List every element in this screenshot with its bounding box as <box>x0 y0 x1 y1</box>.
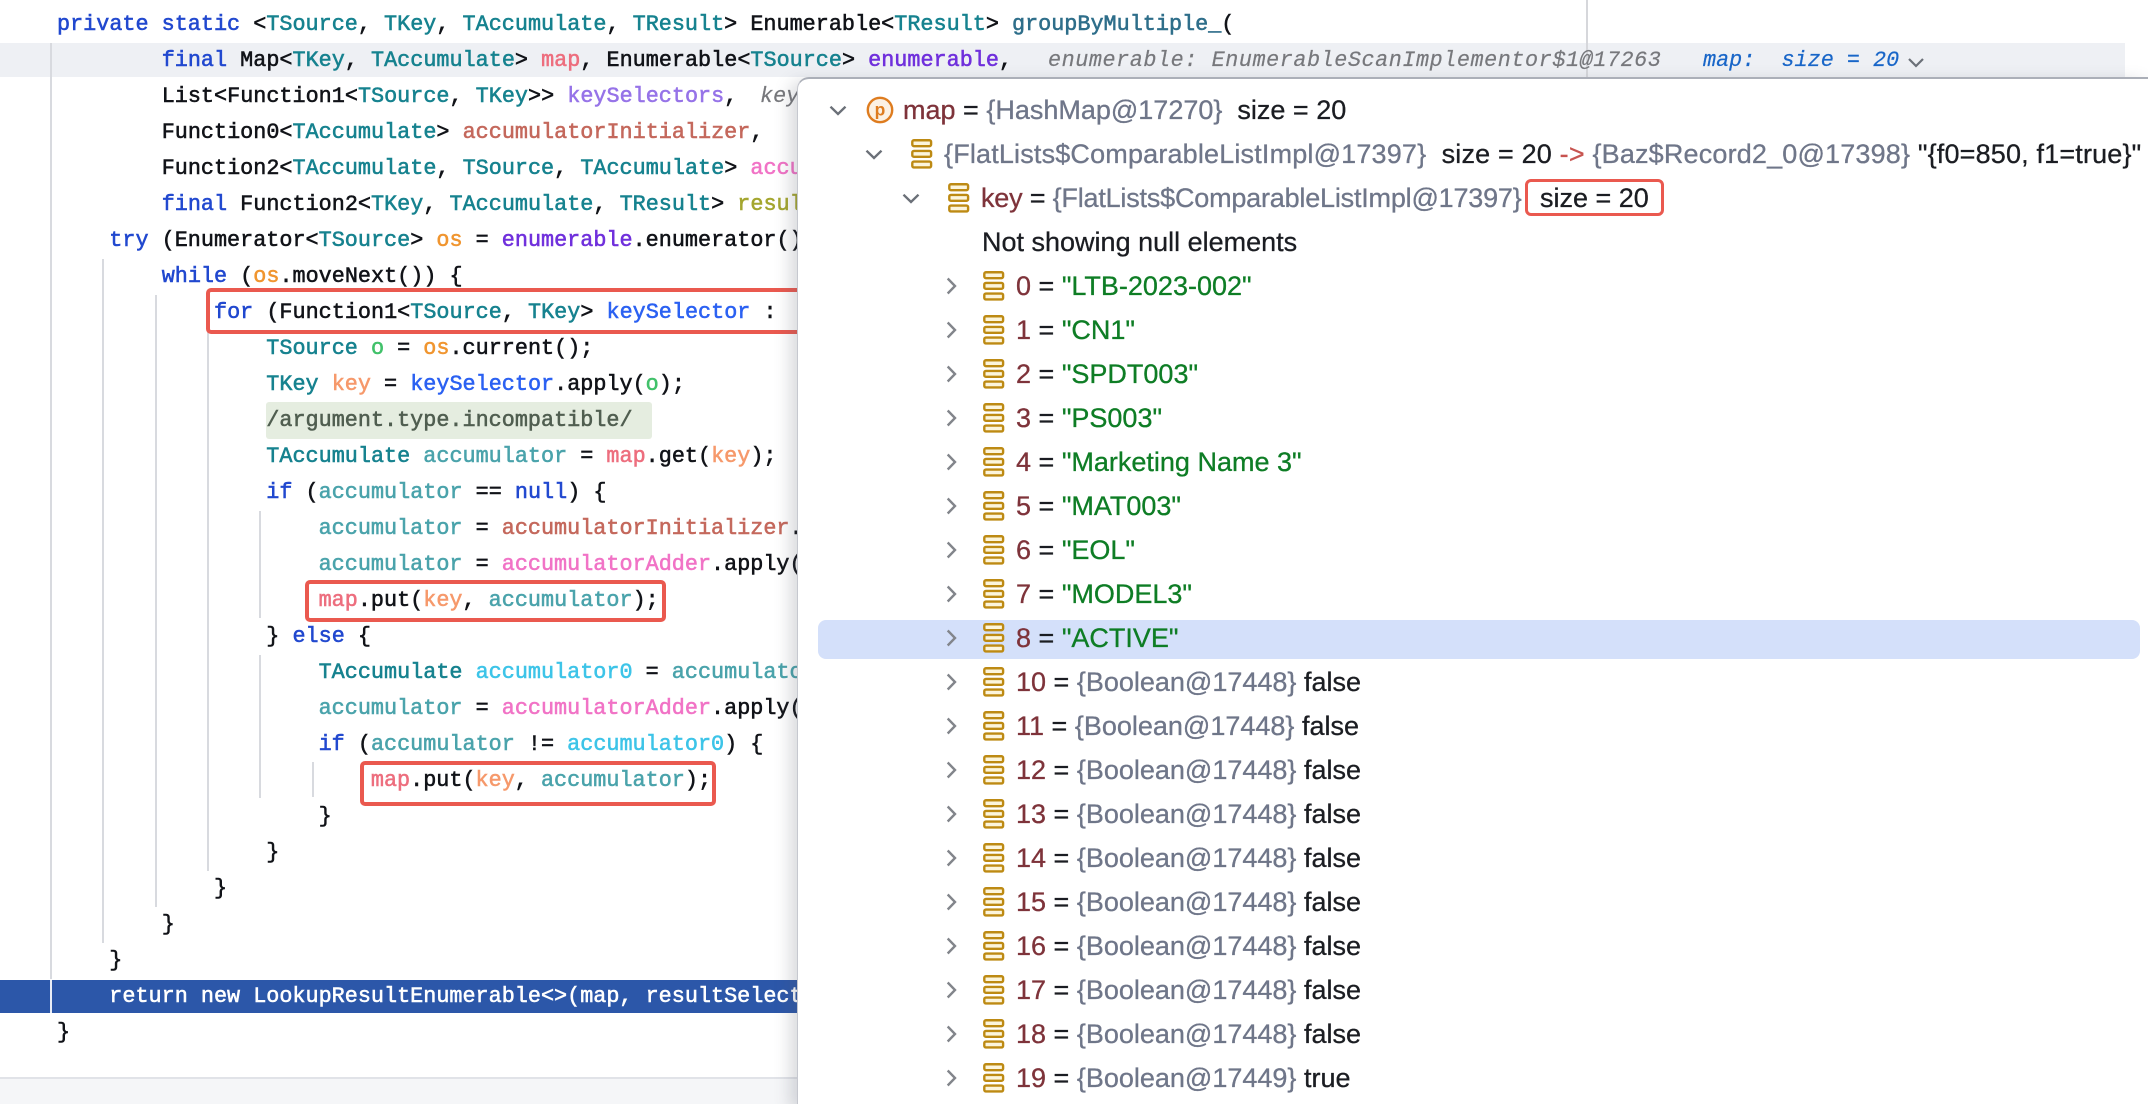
svg-text:p: p <box>875 100 886 120</box>
